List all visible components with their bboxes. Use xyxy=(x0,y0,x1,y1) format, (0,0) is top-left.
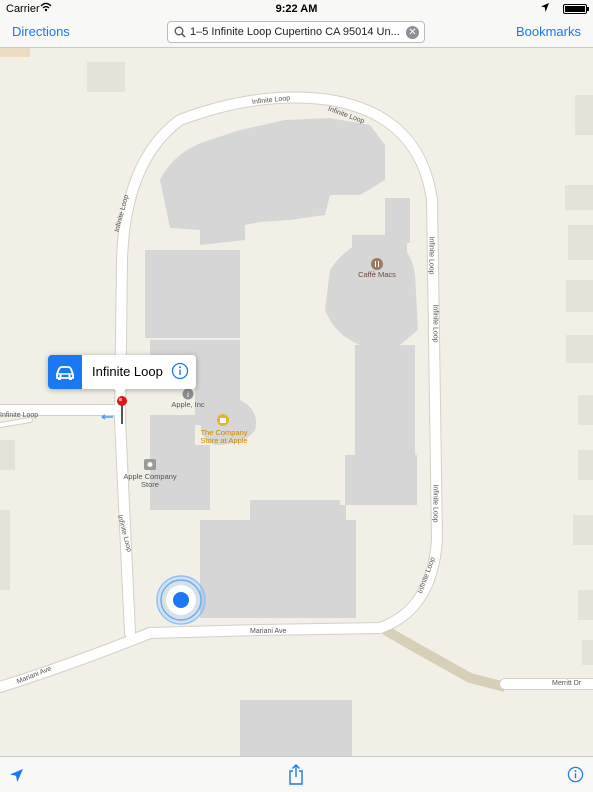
location-arrow-icon[interactable] xyxy=(10,769,23,782)
pin-callout[interactable]: Infinite Loop xyxy=(48,355,196,395)
poi-company-store[interactable]: The Company Store at Apple xyxy=(188,429,260,445)
battery-icon xyxy=(563,4,589,14)
share-icon[interactable] xyxy=(288,764,304,786)
directions-car-button[interactable] xyxy=(48,355,82,389)
user-location-marker[interactable] xyxy=(156,575,206,625)
poi-company-store-label: The Company Store at Apple xyxy=(200,428,248,445)
road-label: Mariani Ave xyxy=(250,628,287,635)
callout-title: Infinite Loop xyxy=(92,364,163,379)
road-label: Merritt Dr xyxy=(552,680,582,687)
bookmarks-button[interactable]: Bookmarks xyxy=(516,24,581,39)
directions-button[interactable]: Directions xyxy=(12,24,70,39)
road-label: Infinite Loop xyxy=(427,236,435,275)
info-icon xyxy=(171,362,189,380)
search-input[interactable]: 1–5 Infinite Loop Cupertino CA 95014 Un.… xyxy=(190,26,400,38)
car-icon xyxy=(56,366,74,380)
search-field[interactable]: 1–5 Infinite Loop Cupertino CA 95014 Un.… xyxy=(167,21,425,43)
status-time: 9:22 AM xyxy=(275,3,318,15)
poi-apple-company-store-label: Apple Company Store xyxy=(123,472,177,489)
location-services-icon xyxy=(541,3,549,12)
restaurant-icon xyxy=(371,258,383,270)
poi-apple-company-store[interactable]: Apple Company Store xyxy=(114,473,186,489)
info-icon[interactable] xyxy=(567,766,584,783)
clear-search-icon[interactable]: ✕ xyxy=(406,26,419,39)
svg-text:i: i xyxy=(187,391,189,399)
road-label: Infinite Loop xyxy=(431,484,439,523)
status-bar: Carrier 9:22 AM xyxy=(0,0,593,18)
road-label: Infinite Loop xyxy=(0,412,39,419)
road-label: Infinite Loop xyxy=(431,304,439,343)
poi-apple-inc[interactable]: Apple, Inc xyxy=(164,401,212,409)
poi-caffe-macs[interactable]: Caffè Macs xyxy=(350,271,404,279)
map-view[interactable]: i xyxy=(0,0,593,791)
search-icon xyxy=(174,26,186,38)
callout-info-button[interactable] xyxy=(171,362,189,380)
bottom-toolbar xyxy=(0,756,593,792)
top-nav-bar: Directions 1–5 Infinite Loop Cupertino C… xyxy=(0,18,593,48)
